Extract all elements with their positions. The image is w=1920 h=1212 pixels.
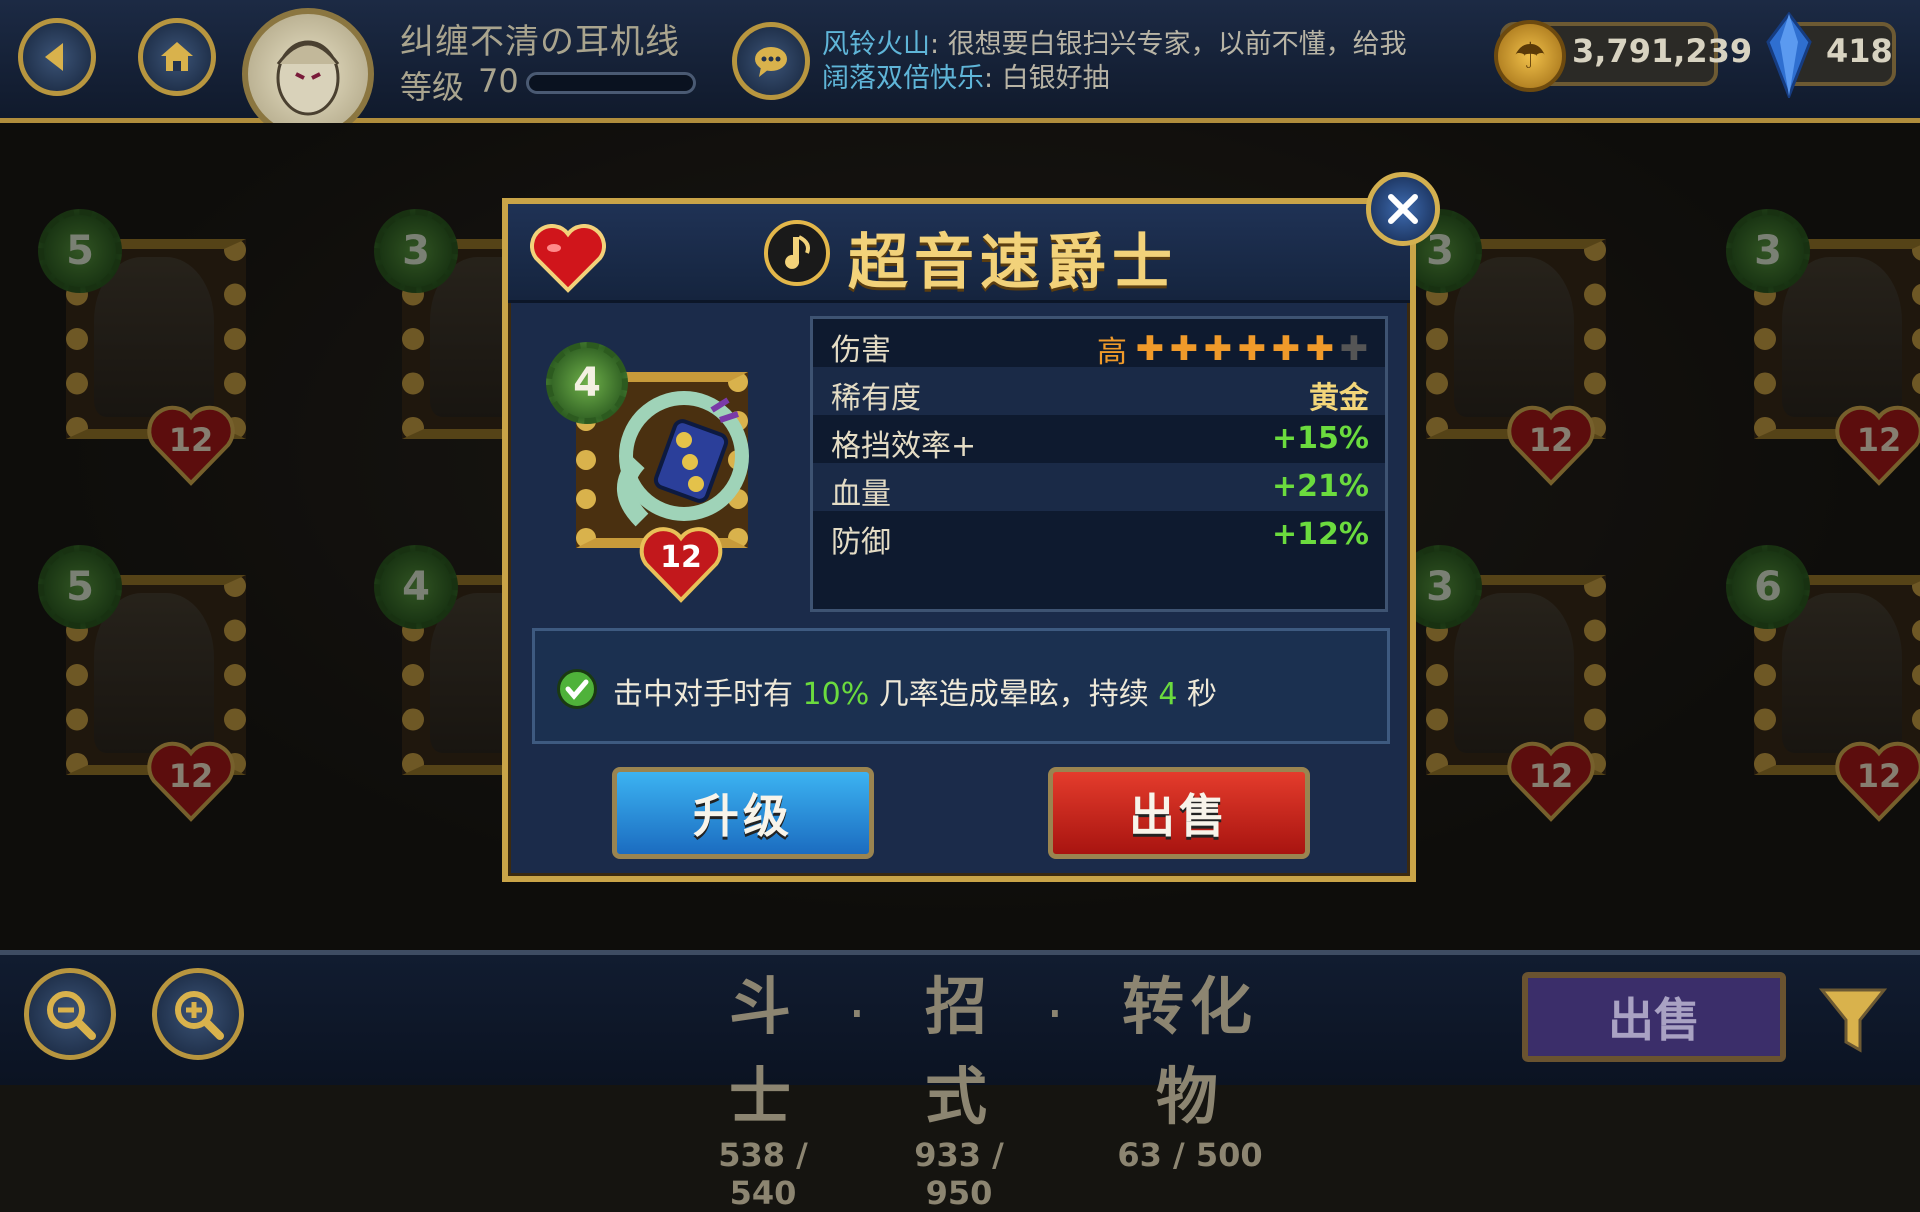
gem-icon [1766, 12, 1812, 98]
player-avatar[interactable] [242, 8, 374, 140]
zoom-out-icon [47, 991, 96, 1040]
stat-value: +12% [1272, 517, 1369, 552]
stat-label: 格挡效率+ [831, 429, 977, 464]
home-button[interactable] [138, 18, 216, 96]
item-title: 超音速爵士 [848, 228, 1178, 298]
stat-row-defense: 防御 +12% [813, 511, 1385, 560]
level-value: 70 [478, 62, 519, 100]
speech-bubble-icon [755, 47, 787, 77]
category-count: 933 / 950 [914, 1136, 1004, 1212]
ability-chance: 10% [802, 677, 870, 712]
stat-row-health: 血量 +21% [813, 463, 1385, 512]
chat-button[interactable] [732, 22, 810, 100]
stat-row-block: 格挡效率+ +15% [813, 415, 1385, 464]
sell-mode-button[interactable]: 出售 [1522, 972, 1786, 1062]
back-button[interactable] [18, 18, 96, 96]
avatar-portrait-icon [276, 40, 340, 116]
stat-label: 伤害 [831, 333, 891, 368]
stat-label: 稀有度 [831, 381, 921, 416]
damage-star-filled-icon: ✚ [1169, 329, 1199, 369]
upgrade-button[interactable]: 升级 [612, 767, 874, 859]
category-catalysts[interactable]: 转化物 63 / 500 [1090, 956, 1290, 1174]
ability-duration: 4 [1158, 677, 1178, 712]
stat-label: 血量 [831, 477, 891, 512]
damage-star-filled-icon: ✚ [1237, 329, 1267, 369]
chat-text: 白银好抽 [1001, 63, 1110, 94]
filter-icon[interactable] [1818, 984, 1888, 1056]
stat-label: 防御 [831, 525, 891, 560]
category-count: 63 / 500 [1117, 1136, 1263, 1174]
favorite-heart-icon[interactable] [530, 224, 606, 294]
home-icon [161, 42, 193, 71]
xp-progress-bar [526, 72, 696, 94]
item-detail-dialog: 超音速爵士 4 12 伤害 高 ✚ ✚ ✚ ✚ ✚ ✚ ✚ 稀有度 黄金 格挡效率+ [502, 172, 1440, 882]
stat-row-rarity: 稀有度 黄金 [813, 367, 1385, 416]
damage-stars: ✚ ✚ ✚ ✚ ✚ ✚ ✚ [1133, 329, 1371, 369]
coin-value: 3,791,239 [1572, 32, 1753, 70]
separator: . [848, 966, 866, 1031]
stats-table: 伤害 高 ✚ ✚ ✚ ✚ ✚ ✚ ✚ 稀有度 黄金 格挡效率+ +15% 血量 +21% 防… [810, 316, 1388, 612]
category-moves[interactable]: 招式 933 / 950 [894, 956, 1024, 1212]
separator: . [1046, 966, 1064, 1031]
back-arrow-icon [45, 43, 63, 71]
ability-description: 击中对手时有 10% 几率造成晕眩，持续 4 秒 [613, 677, 1217, 712]
zoom-in-button[interactable] [152, 968, 244, 1060]
chat-sender: 阔落双倍快乐 [822, 63, 984, 94]
chat-message[interactable]: 阔落双倍快乐: 白银好抽 [822, 56, 1412, 95]
level-label: 等级 [400, 68, 465, 106]
close-button[interactable] [1366, 172, 1440, 246]
damage-star-filled-icon: ✚ [1271, 329, 1301, 369]
player-name: 纠缠不清の耳机线 [400, 22, 680, 62]
damage-star-filled-icon: ✚ [1305, 329, 1335, 369]
item-card: 4 12 [546, 322, 786, 603]
music-note-icon [764, 220, 830, 286]
damage-value: 高 [1097, 335, 1127, 370]
stat-row-damage: 伤害 高 ✚ ✚ ✚ ✚ ✚ ✚ ✚ [813, 319, 1385, 370]
zoom-in-icon [175, 991, 224, 1040]
ability-panel: 击中对手时有 10% 几率造成晕眩，持续 4 秒 [532, 628, 1390, 744]
category-fighters[interactable]: 斗士 538 / 540 [698, 956, 828, 1212]
damage-rating: 高 ✚ ✚ ✚ ✚ ✚ ✚ ✚ [1097, 327, 1371, 371]
stat-value: +15% [1272, 421, 1369, 456]
stat-value: +21% [1272, 469, 1369, 504]
check-icon [557, 669, 597, 709]
stat-value: 黄金 [1309, 381, 1369, 416]
gem-value: 418 [1826, 32, 1893, 70]
category-count: 538 / 540 [718, 1136, 808, 1212]
damage-star-empty-icon: ✚ [1339, 329, 1369, 369]
zoom-out-button[interactable] [24, 968, 116, 1060]
coin-icon: ☂ [1494, 20, 1566, 92]
item-hp-value: 12 [660, 540, 702, 575]
damage-star-filled-icon: ✚ [1135, 329, 1165, 369]
close-icon [1388, 194, 1418, 224]
sell-button[interactable]: 出售 [1048, 767, 1310, 859]
damage-star-filled-icon: ✚ [1203, 329, 1233, 369]
item-level-badge: 4 [546, 342, 628, 424]
